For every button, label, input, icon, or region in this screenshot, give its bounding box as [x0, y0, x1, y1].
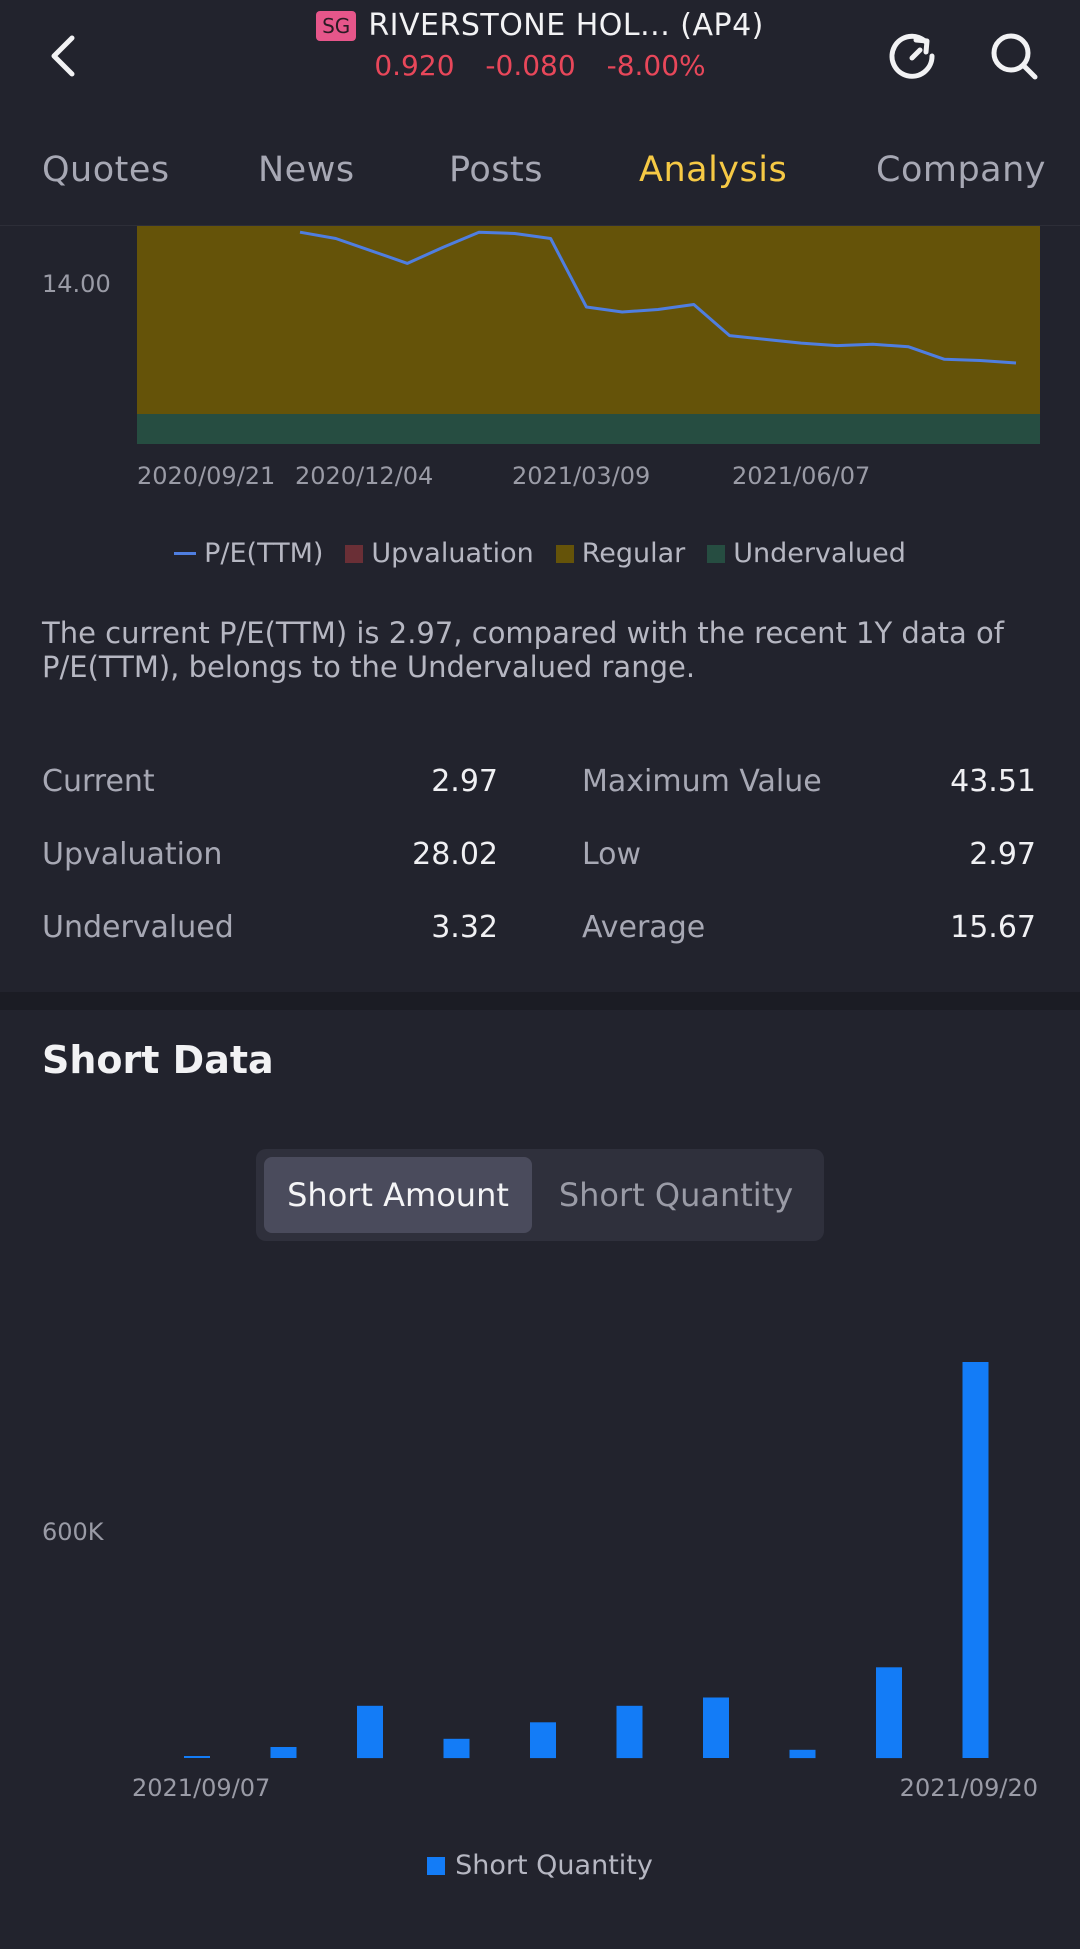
short-quantity-bar [876, 1667, 902, 1759]
pe-x-tick: 2021/03/09 [512, 462, 651, 490]
refresh-icon [889, 33, 935, 79]
stat-upvaluation-value: 28.02 [412, 837, 498, 872]
short-quantity-bar [530, 1722, 556, 1759]
short-quantity-bar [789, 1749, 816, 1759]
pe-description: The current P/E(TTM) is 2.97, compared w… [42, 616, 1004, 684]
stat-maximum-label: Maximum Value [582, 764, 822, 799]
search-button[interactable] [988, 30, 1040, 82]
pe-x-tick: 2020/09/21 [137, 462, 276, 490]
short-quantity-bar [703, 1697, 729, 1758]
short-quantity-bar [443, 1738, 470, 1759]
legend-label: Short Quantity [455, 1850, 653, 1881]
stat-undervalued-value: 3.32 [431, 910, 498, 945]
tab-news[interactable]: News [258, 150, 355, 190]
pe-line-swatch [174, 552, 197, 555]
stat-current-label: Current [42, 764, 155, 799]
pe-x-tick: 2020/12/04 [295, 462, 434, 490]
stat-low-label: Low [582, 837, 642, 872]
short-quantity-bar [616, 1705, 643, 1759]
stat-maximum-value: 43.51 [950, 764, 1036, 799]
tab-posts[interactable]: Posts [449, 150, 543, 190]
stock-title: RIVERSTONE HOL... (AP4) [368, 8, 764, 43]
refresh-button[interactable] [886, 30, 938, 82]
stock-price: 0.920 [374, 49, 455, 82]
tab-company[interactable]: Company [876, 150, 1046, 190]
short-data-title: Short Data [42, 1038, 274, 1082]
market-badge: SG [316, 10, 357, 41]
regular-band [137, 226, 1040, 414]
stat-upvaluation-label: Upvaluation [42, 837, 223, 872]
short-chart-legend: Short Quantity [0, 1850, 1080, 1881]
price-change-pct: -8.00% [606, 49, 706, 82]
stat-low-value: 2.97 [969, 837, 1036, 872]
regular-swatch [555, 544, 574, 563]
stat-average-label: Average [582, 910, 706, 945]
short-data-bar-chart [184, 1362, 989, 1759]
pe-chart-legend: P/E(TTM) Upvaluation Regular Undervalued [0, 538, 1080, 569]
short-quantity-bar [270, 1747, 297, 1758]
pe-x-tick: 2021/06/07 [732, 462, 871, 490]
legend-label: Upvaluation [371, 538, 534, 569]
legend-item-upvaluation: Upvaluation [345, 538, 534, 569]
short-x-tick-start: 2021/09/07 [132, 1774, 271, 1802]
stat-average-value: 15.67 [950, 910, 1036, 945]
tab-bar: Quotes News Posts Analysis Company [0, 110, 1080, 226]
stat-current-value: 2.97 [431, 764, 498, 799]
short-quantity-swatch [427, 1856, 446, 1875]
short-data-toggle: Short Amount Short Quantity [256, 1149, 824, 1241]
short-quantity-bar [184, 1756, 210, 1758]
tab-analysis[interactable]: Analysis [639, 150, 787, 190]
legend-item-undervalued: Undervalued [707, 538, 906, 569]
legend-item-pe: P/E(TTM) [174, 538, 323, 569]
stat-undervalued-label: Undervalued [42, 910, 234, 945]
short-x-tick-end: 2021/09/20 [899, 1774, 1038, 1802]
short-quantity-button[interactable]: Short Quantity [536, 1157, 816, 1233]
search-icon [991, 33, 1038, 80]
section-divider [0, 992, 1080, 1010]
upvaluation-swatch [345, 544, 364, 563]
short-quantity-bar [357, 1705, 383, 1759]
legend-label: Regular [581, 538, 686, 569]
short-quantity-bar [962, 1362, 989, 1758]
pe-valuation-chart [137, 226, 1040, 444]
legend-item-regular: Regular [555, 538, 686, 569]
tab-quotes[interactable]: Quotes [42, 150, 170, 190]
undervalued-swatch [707, 544, 726, 563]
header-bar: SG RIVERSTONE HOL... (AP4) 0.920 -0.080 … [0, 0, 1080, 110]
legend-label: Undervalued [733, 538, 906, 569]
price-change: -0.080 [485, 49, 576, 82]
short-amount-button[interactable]: Short Amount [264, 1157, 532, 1233]
pe-y-tick: 14.00 [42, 270, 111, 298]
short-y-tick: 600K [42, 1518, 104, 1546]
legend-label: P/E(TTM) [204, 538, 324, 569]
undervalued-band [137, 414, 1040, 444]
